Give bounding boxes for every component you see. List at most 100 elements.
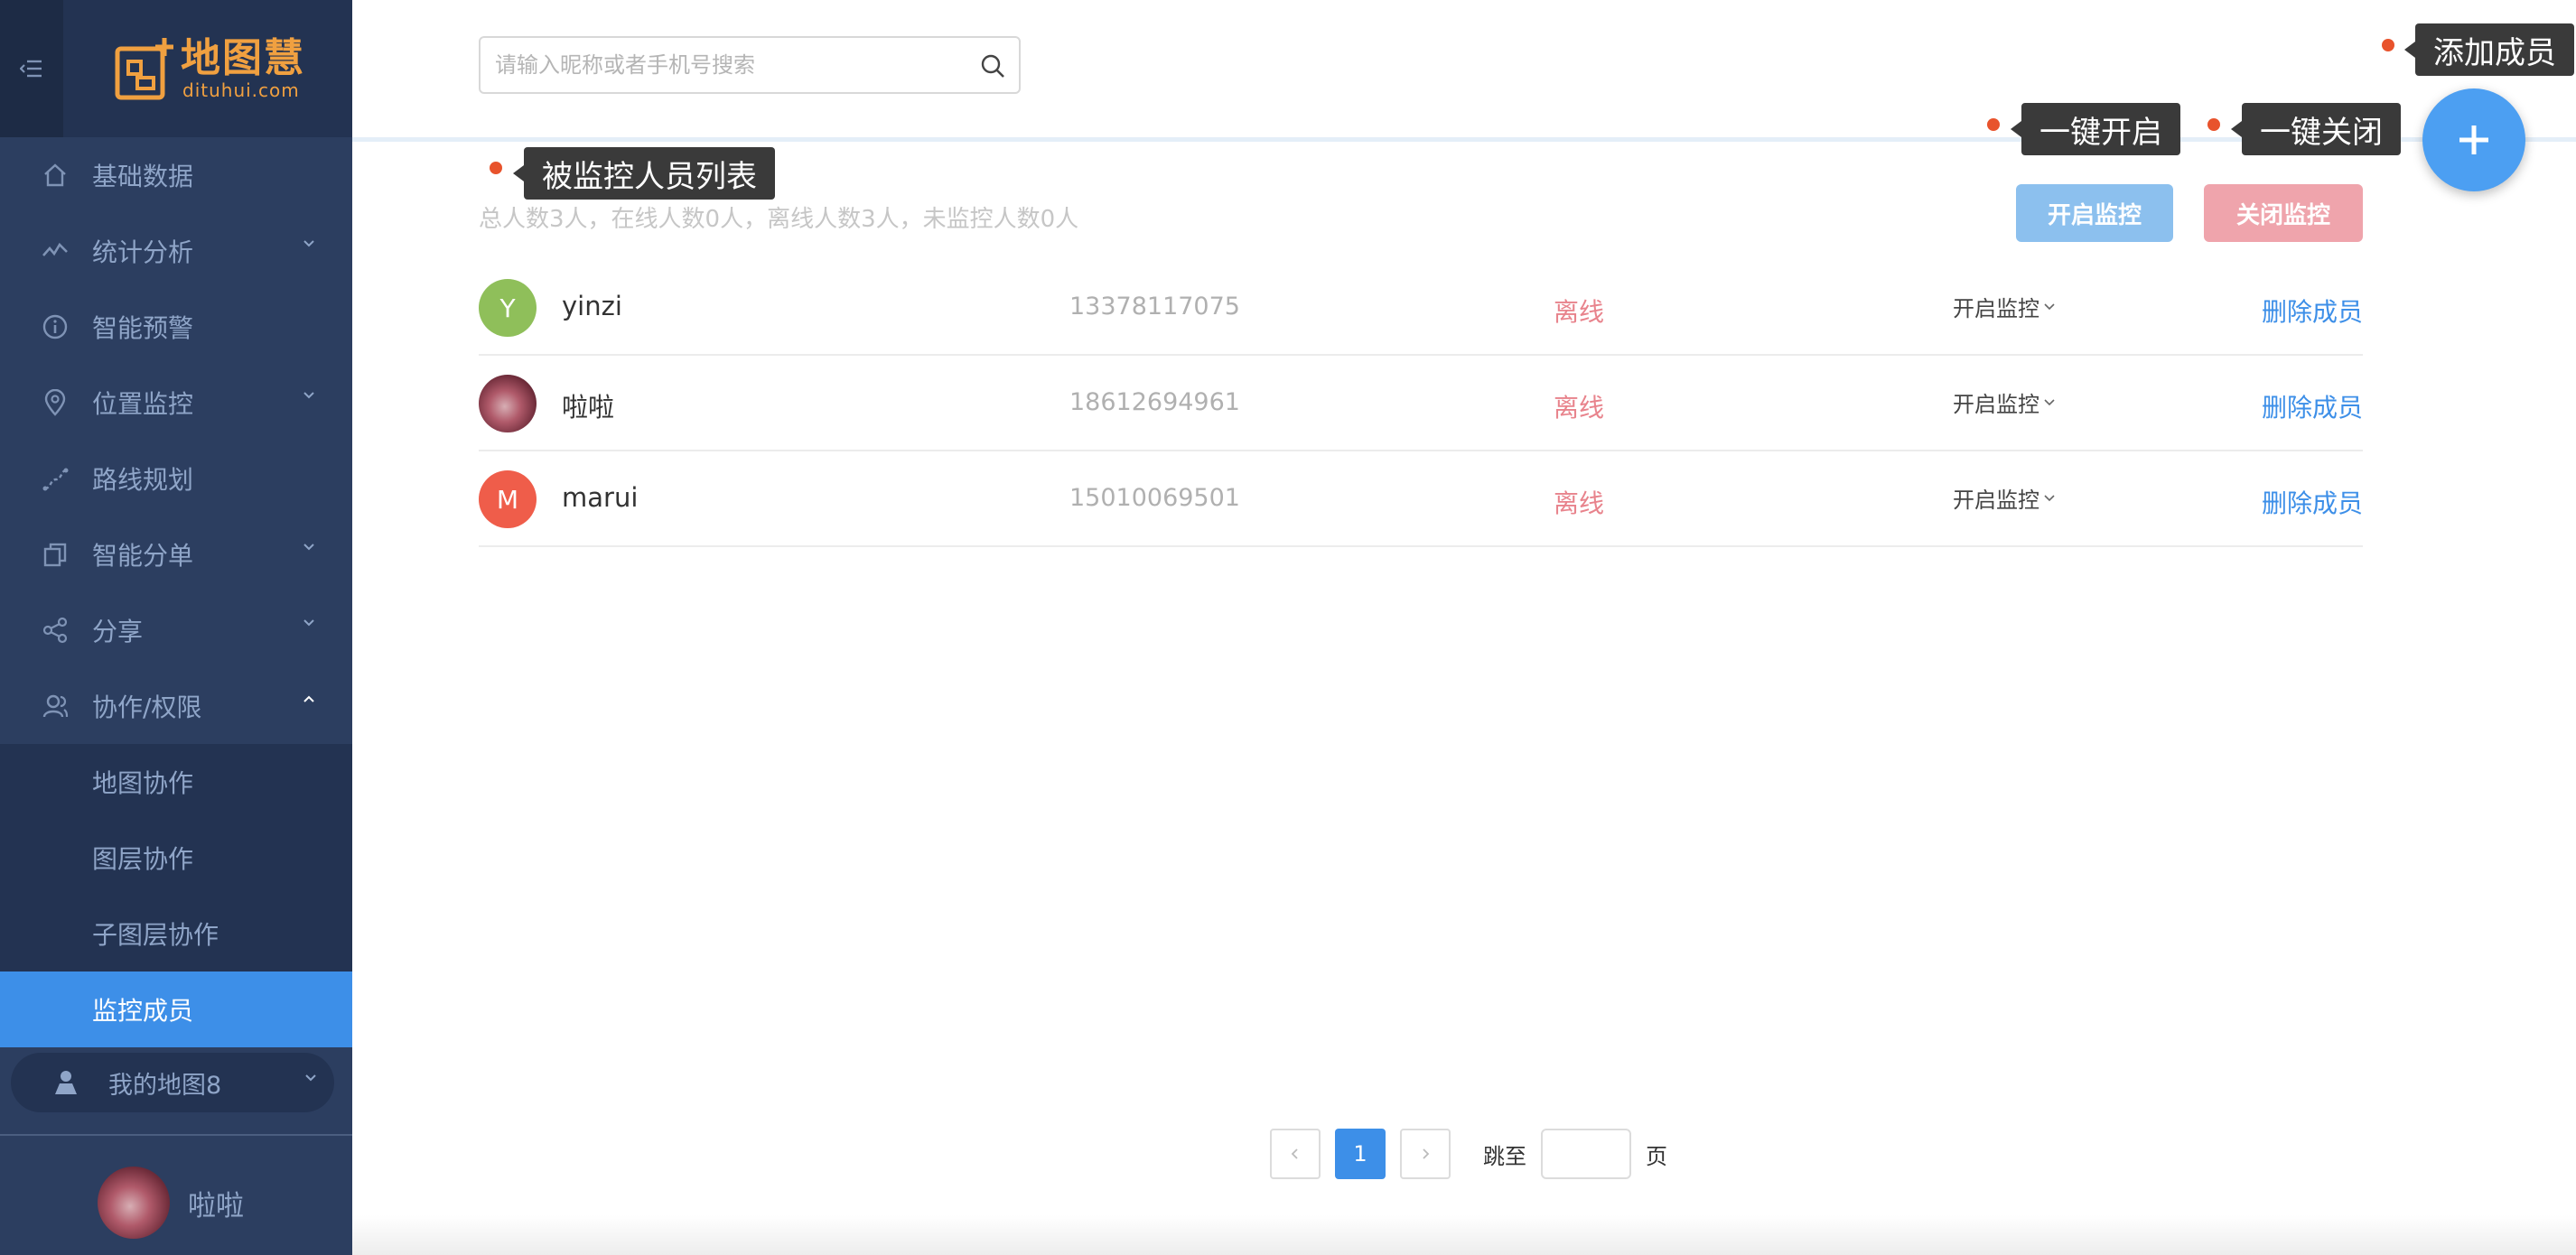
status-badge: 离线	[1554, 488, 1605, 518]
logo[interactable]: 地图慧 dituhui.com	[114, 33, 305, 105]
chevron-right-icon	[1423, 1148, 1430, 1159]
annotation-dot	[1987, 118, 2000, 131]
menu-fold-icon	[20, 60, 42, 78]
monitor-dropdown-label: 开启监控	[1953, 488, 2039, 513]
close-monitor-button[interactable]: 关闭监控	[2204, 184, 2363, 242]
sidebar-item-collaboration[interactable]: 协作/权限	[0, 668, 352, 744]
sidebar-item-label: 分享	[92, 617, 144, 646]
sidebar-menu: 基础数据 统计分析 智能预警 位置监控 路线规划 智能分单 分享 协作/权限 地…	[0, 137, 352, 1047]
annotation-dot	[490, 162, 502, 174]
pagination: 1 跳至 页	[1270, 1129, 1667, 1179]
tooltip-add-member: 添加成员	[2404, 23, 2574, 76]
member-phone: 13378117075	[1069, 293, 1240, 321]
member-summary: 总人数3人，在线人数0人，离线人数3人，未监控人数0人	[479, 206, 1079, 233]
sidebar-item-label: 基础数据	[92, 162, 194, 191]
chevron-down-icon	[303, 392, 314, 399]
next-page-button[interactable]	[1400, 1129, 1451, 1179]
logo-mark-icon	[115, 38, 173, 100]
map-user-icon	[55, 1071, 77, 1094]
status-badge: 离线	[1554, 297, 1605, 327]
chevron-down-icon	[2044, 398, 2055, 405]
delete-member-link[interactable]: 删除成员	[2262, 484, 2363, 520]
sidebar-item-location[interactable]: 位置监控	[0, 365, 352, 441]
sidebar-item-monitor-members[interactable]: 监控成员	[0, 971, 352, 1047]
prev-page-button[interactable]	[1270, 1129, 1321, 1179]
map-selector[interactable]: 我的地图8	[11, 1053, 334, 1112]
jump-label: 跳至	[1483, 1143, 1526, 1169]
member-list: Y yinzi 13378117075 离线 开启监控 删除成员 啦啦 1861…	[479, 260, 2363, 547]
tooltip-monitored-list: 被监控人员列表	[513, 147, 775, 200]
tooltip-one-click-open: 一键开启	[2011, 103, 2180, 155]
sidebar-item-dispatch[interactable]: 智能分单	[0, 516, 352, 592]
logo-domain: dituhui.com	[182, 79, 300, 101]
monitor-dropdown[interactable]: 开启监控	[1953, 386, 2056, 418]
status-badge: 离线	[1554, 393, 1605, 423]
sidebar-item-label: 位置监控	[92, 389, 194, 419]
sidebar-divider	[0, 1134, 352, 1136]
monitor-dropdown[interactable]: 开启监控	[1953, 291, 2056, 322]
chevron-down-icon	[303, 544, 314, 551]
avatar: M	[479, 470, 537, 528]
chevron-up-icon	[303, 695, 314, 702]
collaboration-submenu: 地图协作 图层协作 子图层协作 监控成员	[0, 744, 352, 1047]
sidebar-item-share[interactable]: 分享	[0, 592, 352, 668]
page-number-current[interactable]: 1	[1335, 1129, 1386, 1179]
sidebar-item-label: 路线规划	[92, 465, 194, 495]
user-icon	[40, 691, 70, 721]
copy-icon	[40, 539, 70, 570]
chevron-down-icon	[2044, 494, 2055, 501]
sidebar-item-statistics[interactable]: 统计分析	[0, 213, 352, 289]
sidebar-item-alert[interactable]: 智能预警	[0, 289, 352, 365]
location-icon	[40, 387, 70, 418]
table-row: M marui 15010069501 离线 开启监控 删除成员	[479, 451, 2363, 547]
bottom-shadow	[352, 1215, 2576, 1255]
user-name: 啦啦	[188, 1189, 244, 1222]
monitor-dropdown-label: 开启监控	[1953, 296, 2039, 321]
delete-member-link[interactable]: 删除成员	[2262, 293, 2363, 329]
member-phone: 15010069501	[1069, 484, 1240, 512]
search-input[interactable]	[495, 52, 965, 78]
member-name: yinzi	[562, 291, 622, 321]
home-icon	[40, 160, 70, 191]
plus-icon	[2459, 126, 2488, 154]
sidebar-item-sublayer-collab[interactable]: 子图层协作	[0, 896, 352, 971]
share-icon	[40, 615, 70, 646]
open-monitor-button[interactable]: 开启监控	[2016, 184, 2173, 242]
search-box	[479, 36, 1021, 94]
sidebar-item-label: 协作/权限	[92, 693, 202, 722]
sidebar-header: 地图慧 dituhui.com	[0, 0, 352, 137]
member-name: 啦啦	[562, 392, 615, 423]
sidebar-item-route[interactable]: 路线规划	[0, 441, 352, 516]
avatar: Y	[479, 279, 537, 337]
sidebar: 地图慧 dituhui.com 基础数据 统计分析 智能预警 位置监控 路线规划…	[0, 0, 352, 1255]
sidebar-item-basic-data[interactable]: 基础数据	[0, 137, 352, 213]
delete-member-link[interactable]: 删除成员	[2262, 388, 2363, 424]
chevron-down-icon	[2044, 302, 2055, 310]
sidebar-item-label: 统计分析	[92, 237, 194, 267]
avatar	[479, 375, 537, 432]
current-user[interactable]: 啦啦	[98, 1167, 244, 1239]
map-selector-label: 我的地图8	[108, 1071, 222, 1100]
chevron-down-icon	[305, 1074, 316, 1082]
chart-icon	[40, 236, 70, 266]
sidebar-collapse-button[interactable]	[0, 0, 63, 137]
monitor-dropdown[interactable]: 开启监控	[1953, 482, 2056, 514]
chevron-left-icon	[1291, 1148, 1298, 1159]
avatar	[98, 1167, 170, 1239]
jump-page-input[interactable]	[1541, 1129, 1631, 1179]
info-icon	[40, 311, 70, 342]
sidebar-item-map-collab[interactable]: 地图协作	[0, 744, 352, 820]
member-phone: 18612694961	[1069, 388, 1240, 416]
table-row: Y yinzi 13378117075 离线 开启监控 删除成员	[479, 260, 2363, 356]
tooltip-one-click-close: 一键关闭	[2231, 103, 2401, 155]
chevron-down-icon	[303, 619, 314, 627]
member-name: marui	[562, 482, 639, 513]
sidebar-item-layer-collab[interactable]: 图层协作	[0, 820, 352, 896]
table-row: 啦啦 18612694961 离线 开启监控 删除成员	[479, 356, 2363, 451]
route-icon	[40, 463, 70, 494]
sidebar-item-label: 智能分单	[92, 541, 194, 571]
page-label: 页	[1646, 1143, 1667, 1169]
search-icon[interactable]	[979, 52, 1006, 79]
annotation-dot	[2382, 39, 2394, 51]
add-member-button[interactable]	[2422, 88, 2525, 191]
